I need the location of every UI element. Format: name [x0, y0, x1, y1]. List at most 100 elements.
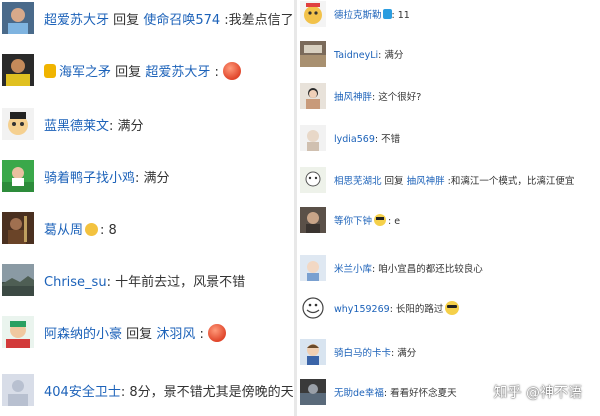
comment-text: 超爱苏大牙 回复 使命召唤574 :我差点信了 [44, 9, 293, 28]
comment-item: 米兰小库: 咱小宜昌的都还比较良心 [300, 254, 483, 282]
comment-separator: : [214, 64, 219, 80]
reply-label: 回复 [115, 64, 142, 80]
comment-username[interactable]: 海军之矛 [59, 65, 111, 80]
comment-item: 葛从周: 8 [2, 210, 117, 246]
comment-username[interactable]: 骑白马的卡卡 [334, 348, 391, 359]
comment-body: 和漓江一个模式，比漓江便宜 [450, 176, 575, 187]
comment-username[interactable]: 超爱苏大牙 [44, 13, 109, 28]
zhihu-watermark: 知乎 @神不语 [493, 385, 582, 401]
comment-username[interactable]: 404安全卫士 [44, 385, 121, 400]
reply-target-link[interactable]: 使命召唤574 [143, 13, 220, 28]
comment-body: 满分 [397, 348, 417, 359]
comment-username[interactable]: 无助de幸福 [334, 388, 384, 399]
comment-item: why159269: 长阳的路过 [300, 294, 460, 322]
user-avatar[interactable] [300, 339, 326, 365]
comment-username[interactable]: 德拉克斯勒 [334, 10, 382, 21]
comment-username[interactable]: 蓝黑德莱文 [44, 119, 109, 134]
comment-username[interactable]: 米兰小库 [334, 264, 372, 275]
comment-item: 德拉克斯勒: 11 [300, 0, 410, 28]
right-comment-column: 德拉克斯勒: 11 TaidneyLi: 满分 抽风神胖: 这个很好? lydi… [298, 0, 600, 416]
comment-username[interactable]: 相思芜湖北 [334, 176, 382, 187]
comment-separator: : [106, 274, 111, 290]
comment-body: 满分 [384, 50, 404, 61]
comment-body: 我差点信了 [228, 12, 293, 28]
comment-text: 德拉克斯勒: 11 [334, 7, 410, 21]
comment-username[interactable]: Chrise_su [44, 275, 107, 290]
user-avatar[interactable] [2, 108, 34, 140]
vip-badge-icon [382, 9, 392, 19]
user-avatar[interactable] [2, 54, 34, 86]
comment-separator: : [372, 92, 376, 103]
user-avatar[interactable] [2, 316, 34, 348]
comment-text: 等你下钟: e [334, 213, 400, 227]
reply-label: 回复 [126, 326, 153, 342]
sunglasses-emoji-icon [445, 301, 460, 315]
comment-username[interactable]: TaidneyLi [334, 50, 378, 61]
user-avatar[interactable] [2, 374, 34, 406]
comment-body: 满分 [117, 118, 144, 134]
reply-target-link[interactable]: 超爱苏大牙 [145, 65, 210, 80]
comment-separator: : [389, 304, 393, 315]
comment-text: Chrise_su: 十年前去过，风景不错 [44, 271, 245, 290]
comment-body: 看看好怀念夏天 [390, 388, 457, 399]
comment-separator: : [383, 388, 388, 399]
reply-target-link[interactable]: 沐羽风 [156, 327, 195, 342]
comment-text: 404安全卫士: 8分，景不错尤其是傍晚的天渡 [44, 381, 293, 400]
comment-separator: : [378, 50, 382, 61]
red-face-emoji-icon [222, 61, 241, 80]
comment-body: 长阳的路过 [395, 304, 444, 315]
comment-separator: : [388, 216, 392, 227]
comment-text: 阿森纳的小豪 回复 沐羽风 : [44, 323, 226, 342]
comment-item: 抽风神胖: 这个很好? [300, 82, 421, 110]
user-avatar[interactable] [2, 212, 34, 244]
comment-item: 阿森纳的小豪 回复 沐羽风 : [2, 314, 226, 350]
comment-item: Chrise_su: 十年前去过，风景不错 [2, 262, 245, 298]
user-avatar[interactable] [300, 207, 326, 233]
comment-separator: : [372, 264, 376, 275]
user-avatar[interactable] [300, 41, 326, 67]
user-avatar[interactable] [300, 255, 326, 281]
user-avatar[interactable] [2, 160, 34, 192]
comment-username[interactable]: lydia569 [334, 134, 375, 145]
comment-item: 超爱苏大牙 回复 使命召唤574 :我差点信了 [2, 0, 293, 36]
comment-separator: : [199, 326, 204, 342]
user-avatar[interactable] [300, 167, 326, 193]
left-comment-column: 超爱苏大牙 回复 使命召唤574 :我差点信了 海军之矛 回复 超爱苏大牙 : … [0, 0, 293, 416]
comment-text: 米兰小库: 咱小宜昌的都还比较良心 [334, 261, 483, 275]
comment-item: 等你下钟: e [300, 206, 400, 234]
user-avatar[interactable] [2, 2, 34, 34]
comment-username[interactable]: why159269 [334, 304, 390, 315]
comment-body: 满分 [143, 170, 170, 186]
comment-item: 蓝黑德莱文: 满分 [2, 106, 144, 142]
sunglasses-emoji-icon [374, 214, 387, 226]
red-face-emoji-icon [207, 323, 226, 342]
comment-username[interactable]: 阿森纳的小豪 [44, 327, 122, 342]
comment-text: 海军之矛 回复 超爱苏大牙 : [44, 61, 241, 80]
comment-text: lydia569: 不错 [334, 131, 400, 145]
user-avatar[interactable] [300, 295, 326, 321]
comment-username[interactable]: 骑着鸭子找小鸡 [44, 171, 135, 186]
comment-text: 相思芜湖北 回复 抽风神胖 :和漓江一个模式，比漓江便宜 [334, 173, 574, 187]
reply-target-link[interactable]: 抽风神胖 [407, 176, 445, 187]
comment-username[interactable]: 葛从周 [44, 223, 83, 238]
comment-item: 相思芜湖北 回复 抽风神胖 :和漓江一个模式，比漓江便宜 [300, 166, 574, 194]
comment-text: 葛从周: 8 [44, 219, 117, 238]
user-avatar[interactable] [300, 379, 326, 405]
comment-body: 8 [108, 222, 117, 238]
comment-separator: : [391, 10, 395, 21]
comment-username[interactable]: 抽风神胖 [334, 92, 372, 103]
comment-item: 无助de幸福: 看看好怀念夏天 [300, 378, 457, 406]
comment-text: 骑白马的卡卡: 满分 [334, 345, 416, 359]
user-avatar[interactable] [2, 264, 34, 296]
comment-username[interactable]: 等你下钟 [334, 216, 372, 227]
comment-separator: : [391, 348, 395, 359]
comment-body: 8分，景不错尤其是傍晚的天渡 [129, 384, 293, 400]
comment-text: 抽风神胖: 这个很好? [334, 89, 421, 103]
comment-item: lydia569: 不错 [300, 124, 400, 152]
user-avatar[interactable] [300, 125, 326, 151]
comment-item: 骑着鸭子找小鸡: 满分 [2, 158, 170, 194]
comment-text: TaidneyLi: 满分 [334, 47, 403, 61]
comment-separator: : [120, 384, 126, 400]
user-avatar[interactable] [300, 1, 326, 27]
user-avatar[interactable] [300, 83, 326, 109]
